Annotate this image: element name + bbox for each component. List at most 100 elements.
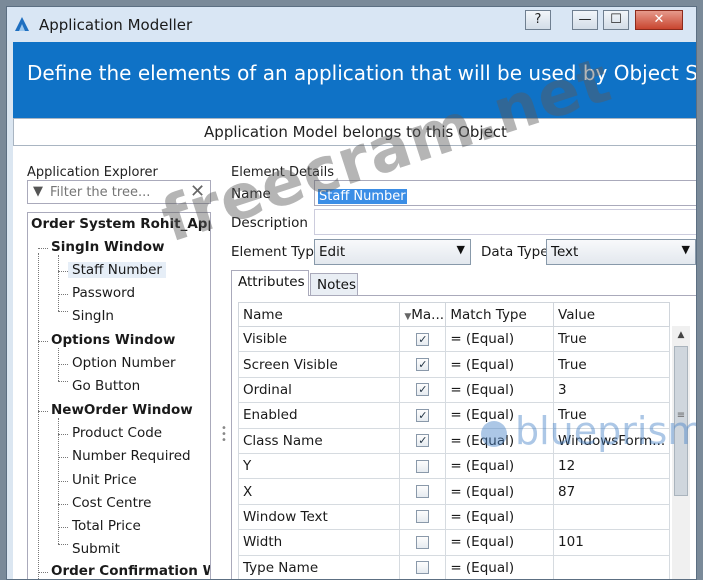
- attribute-value-cell[interactable]: 87: [553, 478, 670, 505]
- column-header-value[interactable]: Value: [553, 302, 670, 327]
- match-checkbox-cell[interactable]: [399, 478, 447, 505]
- match-checkbox-cell[interactable]: [399, 452, 447, 480]
- match-checkbox[interactable]: ✓: [416, 408, 430, 422]
- attribute-value-cell[interactable]: True: [553, 325, 670, 353]
- match-checkbox[interactable]: ✓: [416, 434, 430, 448]
- attribute-value-cell[interactable]: True: [553, 351, 670, 378]
- attribute-name-cell[interactable]: Class Name: [237, 427, 401, 454]
- tab-attributes[interactable]: Attributes: [231, 270, 309, 296]
- match-type-cell[interactable]: = (Equal): [445, 554, 555, 579]
- table-row[interactable]: X = (Equal) 87: [237, 478, 670, 505]
- tree-root[interactable]: Order System Rohit_App: [31, 216, 210, 232]
- table-row[interactable]: Width = (Equal) 101: [237, 529, 670, 556]
- tree-item-unit-price[interactable]: Unit Price: [72, 472, 137, 488]
- clear-filter-icon[interactable]: ✕: [190, 181, 205, 202]
- attribute-name-cell[interactable]: Y: [237, 452, 401, 480]
- scroll-up-arrow-icon[interactable]: ▲: [672, 326, 690, 344]
- attribute-name-cell[interactable]: Width: [237, 529, 401, 556]
- attribute-name-cell[interactable]: Type Name: [237, 554, 401, 579]
- tree-window-order-confirmation[interactable]: Order Confirmation Window: [51, 563, 210, 579]
- table-row[interactable]: Window Text = (Equal): [237, 503, 670, 531]
- tree-item-total-price[interactable]: Total Price: [72, 518, 141, 534]
- match-checkbox[interactable]: [416, 459, 430, 473]
- match-type-cell[interactable]: = (Equal): [445, 351, 555, 378]
- column-header-name[interactable]: Name: [237, 302, 401, 327]
- tree-item-password[interactable]: Password: [72, 285, 135, 301]
- tree-item-submit[interactable]: Submit: [72, 541, 120, 557]
- tree-item-option-number[interactable]: Option Number: [72, 355, 176, 371]
- close-button[interactable]: ✕: [635, 10, 683, 30]
- tree-item-product-code[interactable]: Product Code: [72, 425, 162, 441]
- table-row[interactable]: Class Name ✓ = (Equal) WindowsForm...: [237, 427, 670, 454]
- match-checkbox[interactable]: [416, 510, 430, 524]
- table-row[interactable]: Type Name = (Equal): [237, 554, 670, 579]
- attributes-panel: Name ▼Ma... Match Type Value Visible ✓ = (…: [231, 295, 696, 579]
- match-checkbox-cell[interactable]: [399, 503, 447, 531]
- attribute-name-cell[interactable]: Screen Visible: [237, 351, 401, 378]
- panel-splitter[interactable]: • • •: [221, 424, 227, 446]
- tree-window-signin[interactable]: SingIn Window: [51, 239, 165, 255]
- data-type-select[interactable]: Text ▼: [546, 239, 696, 265]
- match-checkbox-cell[interactable]: ✓: [399, 427, 447, 454]
- maximize-button[interactable]: ☐: [603, 10, 629, 30]
- tree-item-cost-centre[interactable]: Cost Centre: [72, 495, 151, 511]
- match-type-cell[interactable]: = (Equal): [445, 452, 555, 480]
- table-row[interactable]: Y = (Equal) 12: [237, 452, 670, 480]
- attribute-value-cell[interactable]: [553, 503, 670, 531]
- column-header-match[interactable]: ▼Ma...: [399, 302, 447, 327]
- attribute-name-cell[interactable]: Window Text: [237, 503, 401, 531]
- tab-notes[interactable]: Notes: [310, 273, 358, 296]
- match-type-cell[interactable]: = (Equal): [445, 376, 555, 404]
- scrollbar-thumb[interactable]: ≡: [674, 346, 688, 496]
- match-checkbox[interactable]: [416, 561, 430, 575]
- match-checkbox[interactable]: [416, 485, 430, 499]
- tree-window-neworder[interactable]: NewOrder Window: [51, 402, 193, 418]
- attribute-value-cell[interactable]: [553, 554, 670, 579]
- tree-item-go-button[interactable]: Go Button: [72, 378, 140, 394]
- help-button[interactable]: ?: [525, 10, 551, 30]
- match-checkbox[interactable]: ✓: [416, 358, 430, 372]
- tree-item-number-required[interactable]: Number Required: [72, 448, 191, 464]
- match-checkbox-cell[interactable]: ✓: [399, 325, 447, 353]
- tree-item-staff-number[interactable]: Staff Number: [68, 262, 166, 278]
- match-type-cell[interactable]: = (Equal): [445, 478, 555, 505]
- name-label: Name: [231, 186, 271, 202]
- match-type-cell[interactable]: = (Equal): [445, 529, 555, 556]
- data-type-label: Data Type: [481, 244, 547, 260]
- table-row[interactable]: Enabled ✓ = (Equal) True: [237, 402, 670, 429]
- element-type-select[interactable]: Edit ▼: [314, 239, 471, 265]
- attribute-name-cell[interactable]: Enabled: [237, 402, 401, 429]
- attribute-name-cell[interactable]: Visible: [237, 325, 401, 353]
- description-input[interactable]: [314, 209, 696, 235]
- match-checkbox-cell[interactable]: ✓: [399, 351, 447, 378]
- tree-filter-input[interactable]: [50, 184, 180, 201]
- match-checkbox[interactable]: [416, 535, 430, 549]
- attribute-value-cell[interactable]: True: [553, 402, 670, 429]
- attribute-value-cell[interactable]: WindowsForm...: [553, 427, 670, 454]
- chevron-down-icon: ▼: [456, 243, 465, 256]
- attribute-name-cell[interactable]: Ordinal: [237, 376, 401, 404]
- match-checkbox[interactable]: ✓: [416, 383, 430, 397]
- match-type-cell[interactable]: = (Equal): [445, 503, 555, 531]
- name-input[interactable]: Staff Number: [314, 180, 696, 206]
- match-checkbox-cell[interactable]: ✓: [399, 376, 447, 404]
- attribute-value-cell[interactable]: 12: [553, 452, 670, 480]
- table-row[interactable]: Screen Visible ✓ = (Equal) True: [237, 351, 670, 378]
- attribute-value-cell[interactable]: 3: [553, 376, 670, 404]
- match-checkbox-cell[interactable]: [399, 554, 447, 579]
- match-type-cell[interactable]: = (Equal): [445, 402, 555, 429]
- column-header-match-type[interactable]: Match Type: [445, 302, 555, 327]
- table-row[interactable]: Ordinal ✓ = (Equal) 3: [237, 376, 670, 404]
- attribute-value-cell[interactable]: 101: [553, 529, 670, 556]
- match-checkbox[interactable]: ✓: [416, 332, 430, 346]
- match-checkbox-cell[interactable]: [399, 529, 447, 556]
- attribute-name-cell[interactable]: X: [237, 478, 401, 505]
- minimize-button[interactable]: —: [572, 10, 598, 30]
- tree-item-signin[interactable]: SingIn: [72, 308, 114, 324]
- match-type-cell[interactable]: = (Equal): [445, 325, 555, 353]
- match-checkbox-cell[interactable]: ✓: [399, 402, 447, 429]
- match-type-cell[interactable]: = (Equal): [445, 427, 555, 454]
- table-row[interactable]: Visible ✓ = (Equal) True: [237, 325, 670, 353]
- grid-scrollbar[interactable]: ▲ ≡: [672, 326, 690, 579]
- tree-window-options[interactable]: Options Window: [51, 332, 175, 348]
